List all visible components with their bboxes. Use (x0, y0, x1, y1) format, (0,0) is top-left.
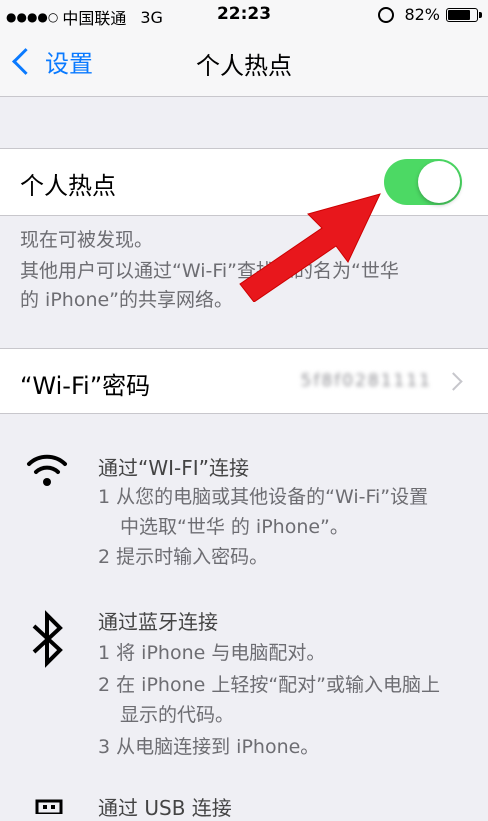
red-arrow-icon (239, 193, 381, 302)
usb-section-title: 通过 USB 连接 (98, 796, 232, 820)
bluetooth-step-line: 2 在 iPhone 上轻按“配对”或输入电脑上 (98, 674, 441, 696)
chevron-right-icon (444, 372, 463, 391)
hotspot-toggle[interactable] (384, 159, 462, 205)
wifi-password-value: 5f8f0281111 (300, 371, 432, 391)
wifi-step-line: 中选取“世华 的 iPhone”。 (120, 516, 349, 538)
usb-icon (35, 799, 63, 814)
hotspot-label: 个人热点 (20, 172, 116, 200)
battery-fill (448, 9, 470, 20)
wifi-password-label: “Wi-Fi”密码 (20, 372, 151, 400)
status-bar: ●●●●○ 中国联通 3G 22:23 82% (0, 0, 488, 30)
wifi-step-line: 2 提示时输入密码。 (98, 546, 269, 568)
arrow-shape (239, 193, 381, 302)
wifi-password-cell[interactable]: “Wi-Fi”密码 5f8f0281111 (0, 348, 488, 414)
bluetooth-step-line: 3 从电脑连接到 iPhone。 (98, 736, 320, 758)
wifi-step-line: 1 从您的电脑或其他设备的“Wi-Fi”设置 (98, 486, 429, 508)
page-title: 个人热点 (196, 52, 292, 80)
bluetooth-step-line: 1 将 iPhone 与电脑配对。 (98, 642, 326, 664)
wifi-section-title: 通过“WI-FI”连接 (98, 456, 250, 480)
battery-tip (479, 11, 482, 18)
alarm-icon (378, 6, 395, 23)
battery-percent: 82% (404, 5, 440, 24)
bluetooth-step-line: 显示的代码。 (120, 704, 235, 726)
status-right: 82% (378, 5, 482, 24)
wifi-step: 1 从您的电脑或其他设备的“Wi-Fi”设置 中选取“世华 的 iPhone”。… (98, 482, 468, 572)
bluetooth-step: 1 将 iPhone 与电脑配对。 2 在 iPhone 上轻按“配对”或输入电… (98, 638, 468, 762)
wifi-icon (27, 454, 67, 486)
bluetooth-icon (32, 610, 63, 668)
bluetooth-section-title: 通过蓝牙连接 (98, 610, 218, 634)
battery-icon (446, 7, 482, 22)
navigation-bar: 设置 个人热点 (0, 30, 488, 97)
toggle-knob (418, 161, 460, 203)
